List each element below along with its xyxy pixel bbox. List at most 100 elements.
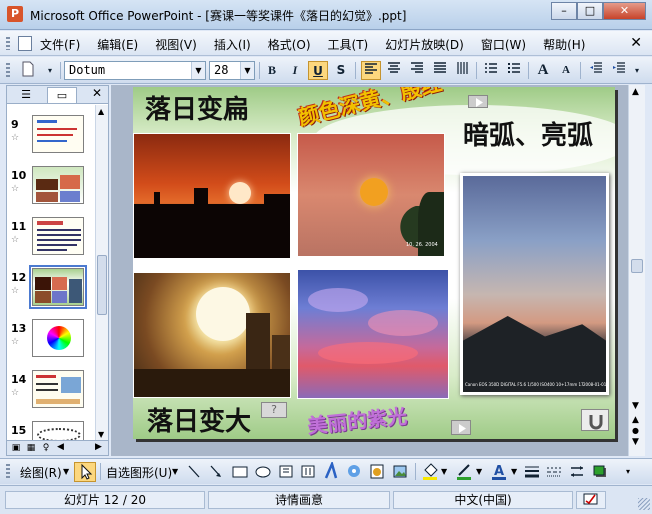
chevron-down-icon[interactable]: ▼ [191, 62, 205, 79]
select-object-icon[interactable]: ● [632, 426, 639, 435]
align-right-icon[interactable] [407, 61, 427, 80]
new-document-icon[interactable] [18, 61, 38, 80]
oval-tool-icon[interactable] [254, 463, 272, 483]
photo-flattened-sunset[interactable] [133, 133, 291, 259]
menu-edit[interactable]: 编辑(E) [97, 36, 138, 53]
slide-bottom-middle-title[interactable]: 美丽的紫光 [306, 400, 408, 439]
slide-bottom-left-title[interactable]: 落日变大 [147, 401, 251, 438]
arrow-tool-icon[interactable] [208, 463, 224, 483]
slide-title-right[interactable]: 暗弧、亮弧 [463, 115, 593, 152]
thumbnail-scrollbar[interactable]: ▲ ▼ [95, 105, 108, 441]
photo-deep-red-sunset[interactable]: 10. 26. 2004 [297, 133, 445, 257]
scroll-left-icon[interactable]: ◀ [57, 442, 64, 452]
clipart-icon[interactable] [369, 463, 385, 483]
spelling-check-icon[interactable] [576, 491, 606, 509]
scroll-up-icon[interactable]: ▲ [98, 107, 104, 116]
chevron-down-icon[interactable]: ▼ [511, 467, 517, 476]
toolbar-options-icon[interactable]: ▾ [40, 61, 60, 80]
slide-thumbnail[interactable] [32, 421, 84, 441]
arrow-style-icon[interactable] [569, 464, 585, 482]
scroll-down-icon[interactable]: ▼ [632, 401, 639, 411]
normal-view-icon[interactable]: ▣ [10, 442, 22, 454]
vertical-textbox-icon[interactable] [300, 463, 316, 483]
slide-thumbnail-row[interactable]: 9 ☆ [7, 113, 95, 163]
distributed-icon[interactable] [430, 61, 450, 80]
scrollbar-thumb[interactable] [97, 255, 107, 315]
slide-canvas[interactable]: 落日变扁 颜色深黄、殷红 暗弧、亮弧 10. 26. 2004 Canon EO… [133, 87, 615, 439]
scroll-down-icon[interactable]: ▼ [98, 430, 104, 439]
align-left-icon[interactable] [361, 61, 381, 80]
close-button[interactable]: ✕ [603, 2, 646, 20]
scrollbar-thumb[interactable] [631, 259, 643, 273]
chevron-down-icon[interactable]: ▼ [240, 62, 254, 79]
slide-thumbnail-row[interactable]: 12 ☆ [7, 265, 95, 316]
slide-thumbnail-row[interactable]: 13 ☆ [7, 317, 95, 367]
menu-insert[interactable]: 插入(I) [214, 36, 251, 53]
menu-tools[interactable]: 工具(T) [328, 36, 369, 53]
minimize-button[interactable]: – [551, 2, 577, 20]
rectangle-tool-icon[interactable] [231, 463, 249, 483]
font-name-combo[interactable]: Dotum ▼ [64, 61, 206, 80]
slide-thumbnail[interactable] [32, 217, 84, 255]
bold-button[interactable]: B [262, 61, 282, 80]
slide-thumbnail-row[interactable]: 11 ☆ [7, 215, 95, 265]
slide-thumbnail[interactable] [32, 319, 84, 357]
menu-view[interactable]: 视图(V) [155, 36, 197, 53]
increase-font-button[interactable]: A [533, 61, 553, 80]
chevron-down-icon[interactable]: ▼ [63, 467, 69, 476]
slide-thumbnail-row[interactable]: 14 ☆ [7, 368, 95, 418]
menu-file[interactable]: 文件(F) [40, 36, 80, 53]
shadow-style-icon[interactable] [592, 464, 608, 482]
numbering-icon[interactable] [481, 61, 501, 80]
slide-thumbnail[interactable] [32, 115, 84, 153]
help-icon[interactable]: ? [261, 402, 287, 418]
pane-close-button[interactable]: ✕ [92, 86, 102, 100]
draw-menu-button[interactable]: 绘图(R) [20, 464, 62, 481]
slide-sorter-icon[interactable]: ▦ [25, 442, 37, 454]
menu-help[interactable]: 帮助(H) [543, 36, 585, 53]
scroll-up-icon[interactable]: ▲ [632, 87, 639, 97]
resize-grip-icon[interactable] [638, 498, 650, 510]
document-close-button[interactable]: ✕ [630, 35, 642, 51]
slideshow-view-icon[interactable]: ♀ [40, 442, 52, 454]
return-icon[interactable] [581, 409, 609, 431]
chevron-down-icon[interactable]: ▼ [441, 467, 447, 476]
play-icon[interactable] [468, 95, 488, 108]
chevron-down-icon[interactable]: ▼ [476, 467, 482, 476]
menu-window[interactable]: 窗口(W) [481, 36, 526, 53]
play-icon[interactable] [451, 420, 471, 435]
slide-thumbnail[interactable] [32, 166, 84, 204]
bullets-icon[interactable] [504, 61, 524, 80]
wordart-icon[interactable] [323, 460, 339, 483]
previous-slide-icon[interactable]: ▲ [632, 415, 639, 425]
toolbar-grip-icon[interactable] [6, 464, 10, 479]
dash-style-icon[interactable] [546, 464, 562, 482]
slides-tab-icon[interactable]: ▭ [47, 87, 77, 103]
underline-button[interactable]: U [308, 61, 328, 80]
maximize-button[interactable]: □ [577, 2, 603, 20]
diagram-icon[interactable] [346, 463, 362, 483]
slide-scrollbar[interactable]: ▲ ▼ ▲ ● ▼ [628, 85, 645, 456]
font-color-icon[interactable]: A [490, 462, 510, 484]
photo-enlarged-sunset[interactable] [133, 272, 291, 398]
chevron-down-icon[interactable]: ▼ [172, 467, 178, 476]
toolbar-overflow-icon[interactable]: ▾ [630, 61, 644, 80]
autoshapes-menu-button[interactable]: 自选图形(U) [106, 464, 172, 481]
menu-format[interactable]: 格式(O) [268, 36, 311, 53]
shadow-button[interactable]: S [331, 61, 351, 80]
photo-purple-light[interactable] [297, 269, 449, 399]
outline-tab-icon[interactable]: ☰ [11, 87, 41, 103]
textbox-icon[interactable] [278, 463, 294, 483]
slide-thumbnail-row[interactable]: 10 ☆ [7, 164, 95, 214]
slide-thumbnail-selected[interactable] [29, 265, 87, 309]
decrease-indent-icon[interactable] [586, 61, 606, 80]
next-slide-icon[interactable]: ▼ [632, 437, 639, 447]
align-center-icon[interactable] [384, 61, 404, 80]
font-size-combo[interactable]: 28 ▼ [209, 61, 255, 80]
line-style-icon[interactable] [524, 464, 540, 482]
line-color-icon[interactable] [455, 462, 475, 484]
slide-title-left[interactable]: 落日变扁 [145, 89, 249, 126]
italic-button[interactable]: I [285, 61, 305, 80]
decrease-font-button[interactable]: A [556, 61, 576, 80]
toolbar-grip-icon[interactable] [6, 63, 10, 78]
